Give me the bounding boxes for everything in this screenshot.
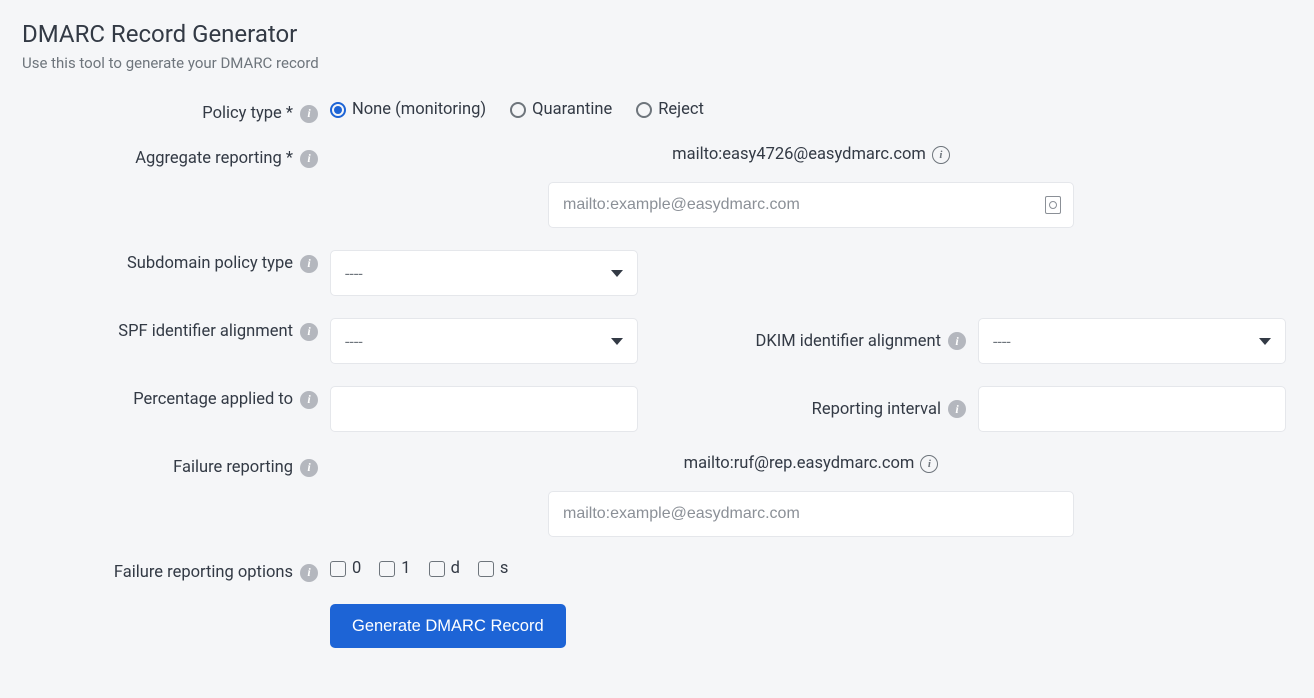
checkbox-fo-d[interactable]: d [429, 559, 460, 578]
info-icon[interactable]: i [300, 150, 318, 168]
chevron-down-icon [611, 338, 623, 345]
radio-label: Reject [658, 100, 704, 119]
spf-alignment-select[interactable]: ---- [330, 318, 638, 364]
info-icon[interactable]: i [300, 564, 318, 582]
label-failure-options: Failure reporting options [114, 563, 293, 582]
generate-button[interactable]: Generate DMARC Record [330, 604, 566, 648]
label-dkim-alignment: DKIM identifier alignment [756, 332, 941, 351]
percentage-input[interactable] [345, 387, 623, 431]
select-value: ---- [345, 332, 363, 351]
label-aggregate-reporting: Aggregate reporting * [135, 149, 293, 168]
chevron-down-icon [611, 270, 623, 277]
aggregate-reporting-input-wrap[interactable] [548, 182, 1074, 228]
radio-dot-icon [636, 102, 652, 118]
label-failure-reporting: Failure reporting [173, 458, 293, 477]
info-icon[interactable]: i [948, 332, 966, 350]
radio-label: Quarantine [532, 100, 612, 119]
radio-label: None (monitoring) [352, 100, 486, 119]
checkbox-label: s [500, 559, 509, 578]
label-spf-alignment: SPF identifier alignment [118, 322, 293, 341]
info-icon[interactable]: i [300, 323, 318, 341]
page-subtitle: Use this tool to generate your DMARC rec… [22, 54, 1292, 72]
checkbox-icon [478, 561, 494, 577]
info-icon[interactable]: i [920, 455, 938, 473]
checkbox-fo-1[interactable]: 1 [379, 559, 410, 578]
checkbox-fo-s[interactable]: s [478, 559, 509, 578]
select-value: ---- [993, 332, 1011, 351]
label-percentage: Percentage applied to [133, 390, 293, 409]
aggregate-fixed-value: mailto:easy4726@easydmarc.com [672, 145, 926, 164]
subdomain-policy-select[interactable]: ---- [330, 250, 638, 296]
select-value: ---- [345, 264, 363, 283]
failure-fixed-value: mailto:ruf@rep.easydmarc.com [684, 454, 915, 473]
checkbox-label: d [451, 559, 460, 578]
radio-policy-none[interactable]: None (monitoring) [330, 100, 486, 119]
radio-dot-icon [510, 102, 526, 118]
checkbox-fo-0[interactable]: 0 [330, 559, 361, 578]
label-reporting-interval: Reporting interval [812, 400, 941, 419]
percentage-input-wrap[interactable] [330, 386, 638, 432]
checkbox-icon [330, 561, 346, 577]
page-title: DMARC Record Generator [22, 20, 1292, 48]
label-policy-type: Policy type * [202, 104, 293, 123]
info-icon[interactable]: i [932, 146, 950, 164]
info-icon[interactable]: i [300, 459, 318, 477]
info-icon[interactable]: i [300, 391, 318, 409]
info-icon[interactable]: i [948, 400, 966, 418]
radio-policy-quarantine[interactable]: Quarantine [510, 100, 612, 119]
radio-dot-icon [330, 102, 346, 118]
chevron-down-icon [1259, 338, 1271, 345]
radio-policy-reject[interactable]: Reject [636, 100, 704, 119]
failure-reporting-input[interactable] [563, 492, 1059, 536]
label-subdomain-policy: Subdomain policy type [127, 254, 293, 273]
info-icon[interactable]: i [300, 105, 318, 123]
checkbox-icon [429, 561, 445, 577]
contacts-icon[interactable] [1045, 196, 1061, 214]
checkbox-label: 1 [401, 559, 410, 578]
failure-reporting-input-wrap[interactable] [548, 491, 1074, 537]
aggregate-reporting-input[interactable] [563, 183, 1059, 227]
dkim-alignment-select[interactable]: ---- [978, 318, 1286, 364]
checkbox-label: 0 [352, 559, 361, 578]
reporting-interval-input[interactable] [993, 387, 1271, 431]
reporting-interval-input-wrap[interactable] [978, 386, 1286, 432]
info-icon[interactable]: i [300, 255, 318, 273]
checkbox-icon [379, 561, 395, 577]
